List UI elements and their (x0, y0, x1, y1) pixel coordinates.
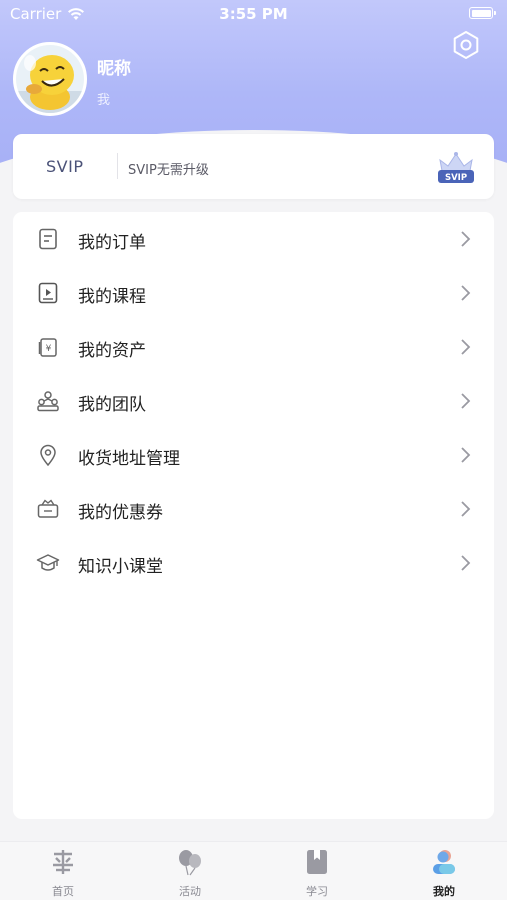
coupon-icon (37, 499, 59, 518)
nickname[interactable]: 昵称 (97, 54, 131, 79)
menu-item-team[interactable]: 我的团队 (13, 374, 494, 428)
tab-home[interactable]: 首页 (0, 842, 126, 900)
tab-study[interactable]: 学习 (254, 842, 380, 900)
svip-description: SVIP无需升级 (128, 163, 209, 178)
tab-mine[interactable]: 我的 (381, 842, 507, 900)
profile-subtitle: 我 (97, 93, 111, 108)
assets-icon: ¥ (38, 338, 57, 357)
menu-item-address[interactable]: 收货地址管理 (13, 428, 494, 482)
tab-label: 学习 (306, 885, 328, 898)
settings-hexagon-icon[interactable] (451, 30, 481, 60)
menu-item-label: 我的团队 (78, 395, 146, 415)
avatar[interactable] (13, 42, 87, 116)
menu-item-label: 知识小课堂 (78, 557, 163, 577)
svip-divider (117, 153, 118, 179)
tab-label: 我的 (433, 885, 455, 898)
balloons-icon (179, 850, 201, 876)
menu-item-courses[interactable]: 我的课程 (13, 266, 494, 320)
chevron-right-icon (461, 555, 471, 571)
chevron-right-icon (461, 339, 471, 355)
tab-activity[interactable]: 活动 (127, 842, 253, 900)
team-icon (37, 391, 59, 412)
status-bar: Carrier 3:55 PM (0, 0, 507, 30)
chevron-right-icon (461, 393, 471, 409)
menu-item-label: 我的优惠券 (78, 503, 163, 523)
svip-card[interactable]: SVIP SVIP无需升级 SVIP (13, 134, 494, 199)
svg-text:¥: ¥ (46, 344, 52, 354)
course-icon (38, 282, 58, 304)
screen: Carrier 3:55 PM 昵称 我 SVIP SVIP无需升级 SVIP … (0, 0, 507, 900)
avatar-duck-icon (16, 45, 84, 113)
menu-item-assets[interactable]: ¥ 我的资产 (13, 320, 494, 374)
svip-badge-text: SVIP (445, 173, 467, 183)
chevron-right-icon (461, 231, 471, 247)
menu-item-coupons[interactable]: 我的优惠券 (13, 482, 494, 536)
chevron-right-icon (461, 447, 471, 463)
home-icon (53, 850, 73, 874)
menu-item-label: 收货地址管理 (78, 449, 180, 469)
svip-title: SVIP (46, 157, 84, 176)
tab-label: 首页 (52, 885, 74, 898)
graduation-cap-icon (36, 554, 60, 571)
status-time: 3:55 PM (219, 5, 288, 23)
svip-crown-badge-icon: SVIP (438, 152, 474, 183)
menu-card: 我的订单 我的课程 ¥ 我的资产 我的团队 收货地址管理 我的优惠券 知识小课堂 (13, 212, 494, 819)
order-icon (39, 228, 57, 250)
profile-icon (433, 850, 455, 874)
menu-item-orders[interactable]: 我的订单 (13, 212, 494, 266)
menu-item-knowledge-class[interactable]: 知识小课堂 (13, 536, 494, 590)
chevron-right-icon (461, 501, 471, 517)
tab-bar: 首页 活动 学习 我的 (0, 841, 507, 900)
book-icon (307, 850, 327, 874)
menu-item-label: 我的订单 (78, 233, 146, 253)
chevron-right-icon (461, 285, 471, 301)
location-pin-icon (40, 444, 56, 467)
battery-icon (469, 7, 496, 19)
tab-label: 活动 (179, 885, 201, 898)
menu-item-label: 我的资产 (78, 341, 146, 361)
menu-item-label: 我的课程 (78, 287, 146, 307)
